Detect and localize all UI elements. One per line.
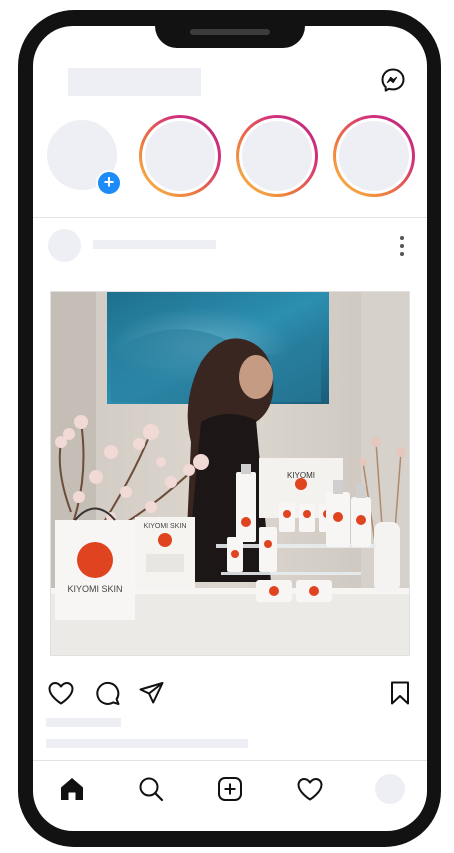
home-icon[interactable] (57, 774, 87, 804)
story-item[interactable] (333, 115, 415, 197)
tabbar-divider (33, 760, 427, 761)
messenger-icon[interactable] (379, 66, 407, 94)
story-ring-gap (142, 118, 218, 194)
stories-divider (33, 217, 427, 218)
search-icon[interactable] (136, 774, 166, 804)
more-options-icon[interactable] (395, 234, 409, 258)
post-photo[interactable]: KIYOMI SKIN KIYOMI SKIN KIYOMI (50, 291, 410, 656)
caption-placeholder (46, 739, 248, 748)
box-brand-text: KIYOMI SKIN (144, 523, 187, 530)
story-ring-gap (336, 118, 412, 194)
activity-heart-icon[interactable] (295, 774, 325, 804)
post-author-avatar[interactable] (48, 229, 81, 262)
story-ring-gap (239, 118, 315, 194)
story-item[interactable] (139, 115, 221, 197)
add-story-button[interactable]: + (96, 170, 122, 196)
share-icon[interactable] (138, 680, 165, 711)
app-logo-placeholder (68, 68, 201, 96)
create-post-icon[interactable] (215, 774, 245, 804)
bookmark-icon[interactable] (389, 680, 411, 711)
profile-avatar[interactable] (375, 774, 405, 804)
story-avatar (339, 121, 409, 191)
likes-count-placeholder (46, 718, 121, 727)
comment-icon[interactable] (94, 680, 121, 711)
story-item[interactable] (236, 115, 318, 197)
story-avatar (145, 121, 215, 191)
story-avatar (242, 121, 312, 191)
app-screen: + KIYOMI SKIN KIYOMI SKIN KIYOMI (33, 26, 427, 831)
bag-brand-text: KIYOMI SKIN (67, 584, 122, 594)
phone-speaker (190, 29, 270, 35)
post-author-name-placeholder[interactable] (93, 240, 216, 249)
like-heart-icon[interactable] (47, 680, 75, 711)
